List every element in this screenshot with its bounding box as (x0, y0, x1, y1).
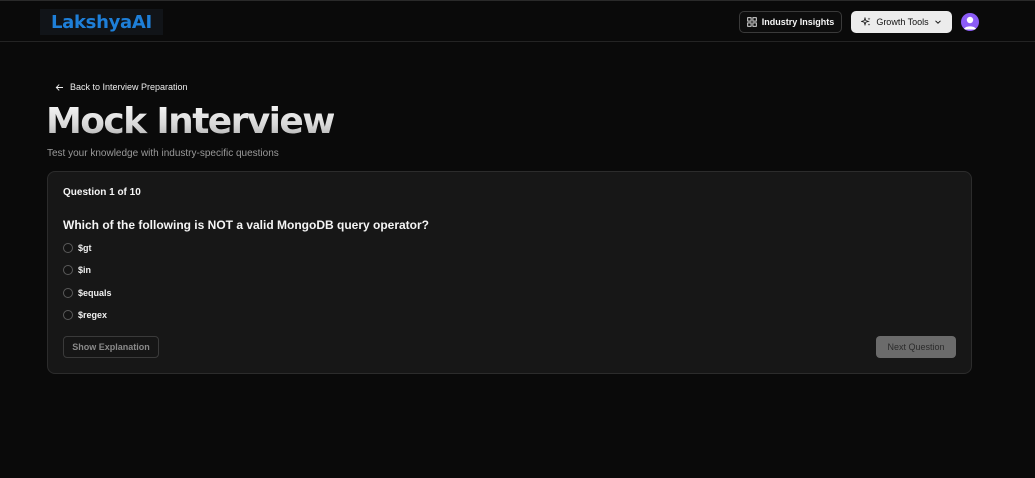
answer-option-label: $gt (78, 243, 92, 253)
page-subtitle: Test your knowledge with industry-specif… (47, 148, 279, 159)
answer-option-label: $equals (78, 288, 112, 298)
grid-icon (746, 17, 757, 27)
question-counter: Question 1 of 10 (63, 187, 141, 198)
answer-option[interactable]: $equals (63, 287, 112, 299)
back-link[interactable]: Back to Interview Preparation (55, 81, 188, 93)
answer-option[interactable]: $in (63, 264, 91, 276)
chevron-down-icon (934, 18, 942, 26)
radio-button[interactable] (63, 310, 73, 320)
growth-tools-label: Growth Tools (876, 17, 929, 27)
next-question-button[interactable]: Next Question (876, 336, 956, 358)
page-title: Mock Interview (46, 98, 335, 146)
top-navbar: LakshyaAI Industry Insights Growth Tools (0, 0, 1035, 42)
growth-tools-dropdown[interactable]: Growth Tools (851, 11, 952, 33)
answer-option-label: $regex (78, 310, 108, 320)
radio-button[interactable] (63, 243, 73, 253)
question-text: Which of the following is NOT a valid Mo… (63, 218, 429, 232)
radio-button[interactable] (63, 288, 73, 298)
sparkles-icon (861, 17, 871, 27)
industry-insights-label: Industry Insights (761, 17, 835, 27)
arrow-left-icon (55, 83, 64, 92)
question-card: Question 1 of 10 Which of the following … (47, 171, 972, 374)
radio-button[interactable] (63, 265, 73, 275)
industry-insights-button[interactable]: Industry Insights (739, 11, 842, 33)
user-avatar[interactable] (961, 13, 979, 31)
app-logo[interactable]: LakshyaAI (40, 9, 163, 35)
back-link-label: Back to Interview Preparation (70, 82, 188, 92)
answer-option[interactable]: $regex (63, 309, 107, 321)
user-icon (961, 13, 979, 31)
show-explanation-button[interactable]: Show Explanation (63, 336, 159, 358)
answer-option[interactable]: $gt (63, 242, 92, 254)
answer-option-label: $in (78, 265, 92, 275)
